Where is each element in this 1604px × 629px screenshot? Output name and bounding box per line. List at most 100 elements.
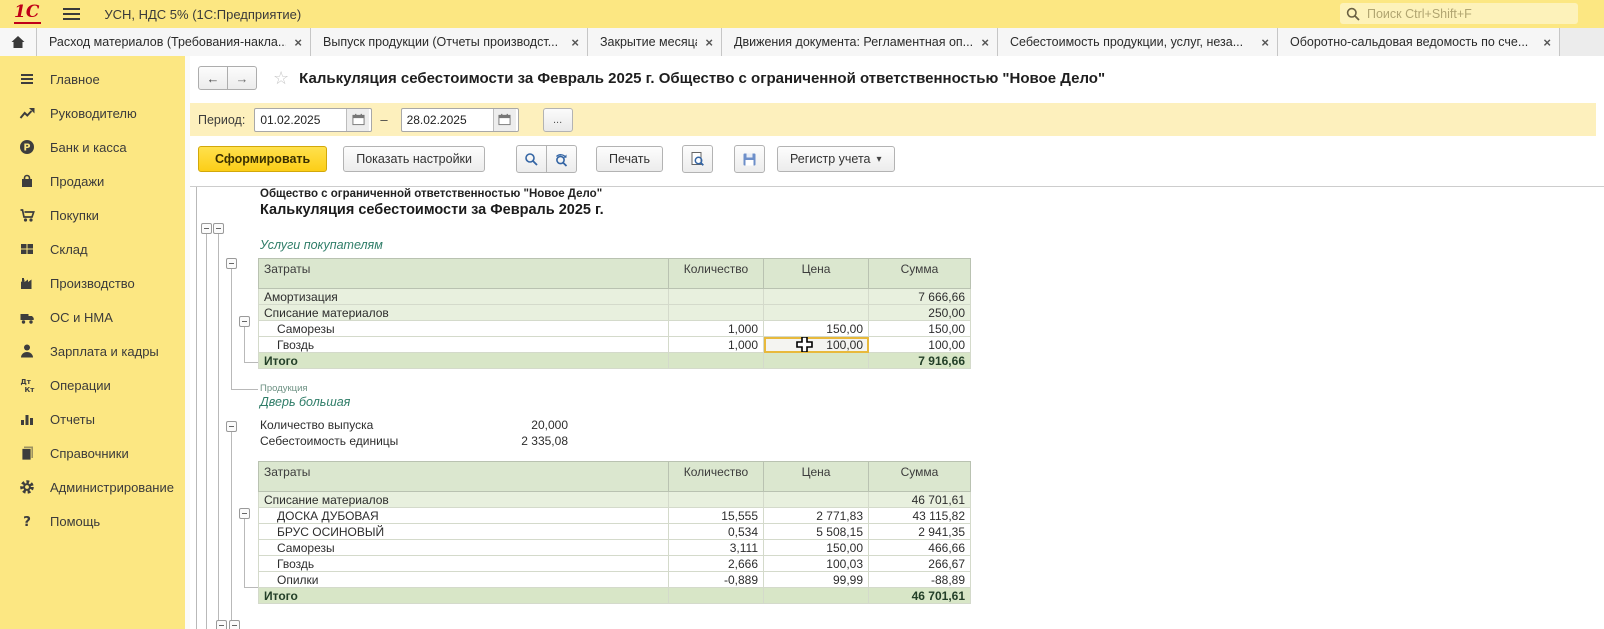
calendar-icon[interactable] (346, 109, 369, 131)
find-button[interactable] (516, 145, 547, 173)
cell[interactable]: 100,03 (764, 556, 869, 572)
close-icon[interactable]: × (1261, 35, 1269, 50)
cell[interactable]: 46 701,61 (869, 588, 971, 604)
sidebar-item-main[interactable]: Главное (0, 62, 185, 96)
tree-collapse-box[interactable] (216, 620, 227, 629)
cell[interactable]: -0,889 (669, 572, 764, 588)
cell[interactable] (669, 289, 764, 305)
cell[interactable] (669, 353, 764, 369)
cell[interactable]: 150,00 (764, 321, 869, 337)
tab-material-expense[interactable]: Расход материалов (Требования-накла... × (37, 28, 311, 56)
sidebar-item-help[interactable]: ? Помощь (0, 504, 185, 538)
table-row[interactable]: Списание материалов 250,00 (259, 305, 971, 321)
main-menu-icon[interactable] (63, 8, 80, 20)
cell[interactable] (764, 588, 869, 604)
find-next-button[interactable] (547, 145, 577, 173)
cell[interactable]: 100,00 (764, 337, 869, 353)
print-button[interactable]: Печать (596, 146, 663, 172)
table-row[interactable]: БРУС ОСИНОВЫЙ0,5345 508,152 941,35 (259, 524, 971, 540)
sidebar-item-manager[interactable]: Руководителю (0, 96, 185, 130)
cell[interactable]: Амортизация (259, 289, 669, 305)
sidebar-item-warehouse[interactable]: Склад (0, 232, 185, 266)
tree-collapse-box[interactable] (213, 223, 224, 234)
cell[interactable]: 3,111 (669, 540, 764, 556)
print-preview-button[interactable] (682, 145, 713, 173)
close-icon[interactable]: × (1543, 35, 1551, 50)
tab-production-output[interactable]: Выпуск продукции (Отчеты производст... × (311, 28, 588, 56)
sidebar-item-directories[interactable]: Справочники (0, 436, 185, 470)
cell[interactable]: Саморезы (259, 321, 669, 337)
back-button[interactable]: ← (198, 66, 228, 90)
table-row[interactable]: ДОСКА ДУБОВАЯ15,5552 771,8343 115,82 (259, 508, 971, 524)
cell[interactable]: 0,534 (669, 524, 764, 540)
cell[interactable]: 15,555 (669, 508, 764, 524)
cell[interactable]: БРУС ОСИНОВЫЙ (259, 524, 669, 540)
sidebar-item-salary-hr[interactable]: Зарплата и кадры (0, 334, 185, 368)
tree-collapse-box[interactable] (239, 508, 250, 519)
accounting-register-button[interactable]: Регистр учета ▾ (777, 146, 895, 172)
sidebar-item-bank-cash[interactable]: Р Банк и касса (0, 130, 185, 164)
period-to-field[interactable] (401, 108, 519, 132)
tree-collapse-box[interactable] (226, 421, 237, 432)
close-icon[interactable]: × (571, 35, 579, 50)
cell[interactable]: 43 115,82 (869, 508, 971, 524)
table-row[interactable]: Опилки-0,88999,99-88,89 (259, 572, 971, 588)
table-row[interactable]: Итого 7 916,66 (259, 353, 971, 369)
tree-collapse-box[interactable] (229, 620, 240, 629)
cell[interactable]: -88,89 (869, 572, 971, 588)
cell[interactable]: Итого (259, 588, 669, 604)
sidebar-item-operations[interactable]: ДтКт Операции (0, 368, 185, 402)
tab-month-close[interactable]: Закрытие месяца × (588, 28, 722, 56)
period-from-field[interactable] (254, 108, 372, 132)
cell[interactable] (669, 305, 764, 321)
cell[interactable]: 99,99 (764, 572, 869, 588)
table-row[interactable]: Гвоздь1,000100,00100,00 (259, 337, 971, 353)
cell[interactable]: Гвоздь (259, 337, 669, 353)
cell[interactable]: 1,000 (669, 321, 764, 337)
cell[interactable] (669, 588, 764, 604)
close-icon[interactable]: × (705, 35, 713, 50)
cell[interactable]: 5 508,15 (764, 524, 869, 540)
home-tab[interactable] (0, 28, 37, 56)
tab-cost-of-production[interactable]: Себестоимость продукции, услуг, неза... … (998, 28, 1278, 56)
cell[interactable]: 2 771,83 (764, 508, 869, 524)
cell[interactable]: Итого (259, 353, 669, 369)
calendar-icon[interactable] (493, 109, 516, 131)
sidebar-item-purchases[interactable]: Покупки (0, 198, 185, 232)
cell[interactable]: Опилки (259, 572, 669, 588)
search-input[interactable] (1365, 6, 1559, 22)
global-search[interactable] (1340, 3, 1578, 24)
sidebar-item-reports[interactable]: Отчеты (0, 402, 185, 436)
cell[interactable]: 150,00 (764, 540, 869, 556)
cell[interactable]: 2,666 (669, 556, 764, 572)
table-row[interactable]: Саморезы3,111150,00466,66 (259, 540, 971, 556)
period-more-button[interactable]: ... (543, 108, 573, 132)
sidebar-item-sales[interactable]: Продажи (0, 164, 185, 198)
favorite-star-icon[interactable]: ☆ (273, 69, 289, 87)
cell[interactable] (764, 353, 869, 369)
cell[interactable]: 7 916,66 (869, 353, 971, 369)
cell[interactable]: 250,00 (869, 305, 971, 321)
tree-collapse-box[interactable] (226, 258, 237, 269)
close-icon[interactable]: × (294, 35, 302, 50)
tab-turnover-balance[interactable]: Оборотно-сальдовая ведомость по сче... × (1278, 28, 1560, 56)
cell[interactable]: Гвоздь (259, 556, 669, 572)
table-row[interactable]: Гвоздь2,666100,03266,67 (259, 556, 971, 572)
cell[interactable]: 266,67 (869, 556, 971, 572)
table-row[interactable]: Итого 46 701,61 (259, 588, 971, 604)
save-button[interactable] (734, 145, 765, 173)
tab-document-movements[interactable]: Движения документа: Регламентная оп... × (722, 28, 998, 56)
cell[interactable]: 150,00 (869, 321, 971, 337)
table-row[interactable]: Амортизация7 666,66 (259, 289, 971, 305)
sidebar-item-production[interactable]: Производство (0, 266, 185, 300)
period-to-input[interactable] (402, 112, 493, 128)
cell[interactable]: Списание материалов (259, 305, 669, 321)
close-icon[interactable]: × (981, 35, 989, 50)
cell[interactable]: Списание материалов (259, 492, 669, 508)
cell[interactable]: 1,000 (669, 337, 764, 353)
cell[interactable]: Саморезы (259, 540, 669, 556)
table-row[interactable]: Саморезы1,000150,00150,00 (259, 321, 971, 337)
cell[interactable]: 2 941,35 (869, 524, 971, 540)
tree-collapse-box[interactable] (239, 316, 250, 327)
table-row[interactable]: Списание материалов46 701,61 (259, 492, 971, 508)
